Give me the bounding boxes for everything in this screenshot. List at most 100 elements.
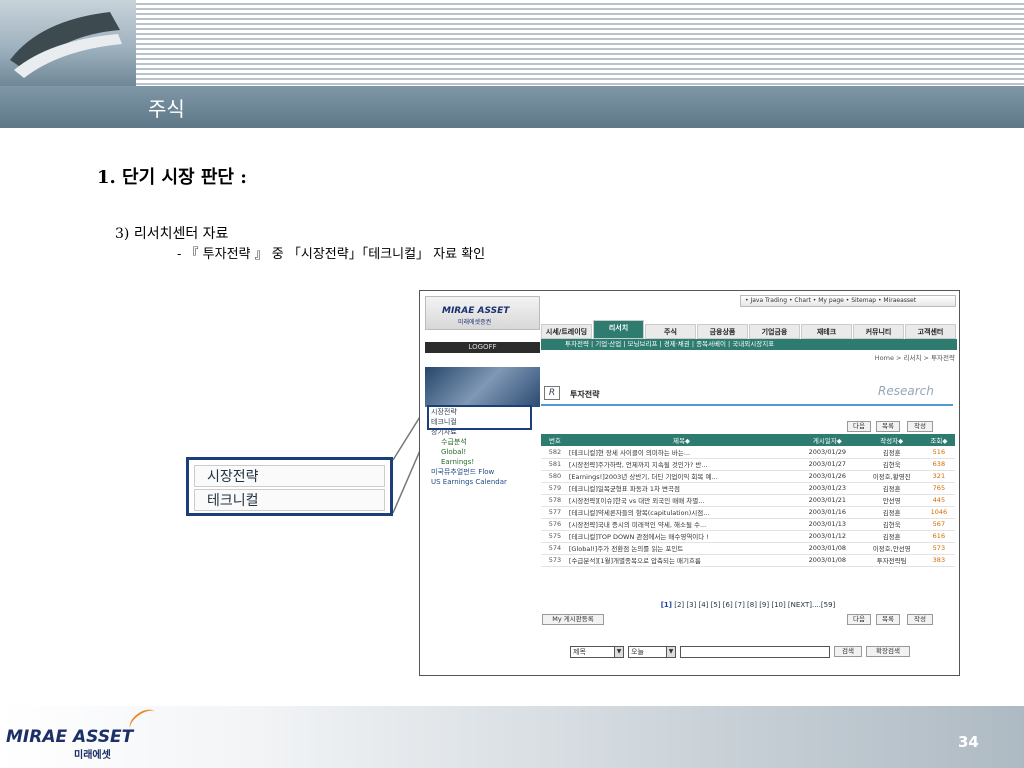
table-row[interactable]: 576 [시장전략]국내 증시의 미래적인 약세, 해소될 수... 2003/01…: [541, 518, 955, 531]
table-row[interactable]: 579 [테크니컬]일목균형표 파동과 1차 변곡점 2003/01/23 김정훈 76…: [541, 482, 955, 495]
table-header-cell[interactable]: 게시일자◆: [794, 434, 861, 446]
breadcrumb: Home > 리서치 > 투자전략: [874, 354, 955, 362]
callout-box: 시장전략 테크니컬: [186, 457, 393, 516]
nav-tab[interactable]: 고객센터: [905, 324, 956, 339]
my-board-button[interactable]: My 게시판등록: [542, 614, 604, 625]
callout-item-technical: 테크니컬: [194, 489, 385, 511]
post-number: 582: [541, 446, 569, 459]
post-views: 567: [922, 518, 955, 531]
logoff-button[interactable]: LOGOFF: [425, 342, 540, 353]
table-row[interactable]: 578 [시장전략][이슈]한국 vs 대만 외국인 매매 차별... 2003/0…: [541, 494, 955, 507]
footer-logo: MIRAE ASSET: [6, 727, 134, 747]
post-number: 576: [541, 518, 569, 531]
search-field-value: 제목: [573, 648, 586, 656]
post-number: 579: [541, 482, 569, 495]
post-title[interactable]: [테크니컬]현 장세 사이클이 의미하는 바는...: [568, 446, 795, 459]
table-header-cell[interactable]: 번호: [541, 434, 569, 446]
sub-nav[interactable]: 투자전략 | 기업·산업 | 모닝브리프 | 경제·채권 | 종목서베이 | 국…: [541, 339, 957, 350]
nav-tab[interactable]: 시세/트레이딩: [541, 324, 592, 339]
search-row: 제목 ▼ 오늘 ▼ 검색 확장검색: [570, 646, 959, 658]
post-views: 516: [922, 446, 955, 459]
search-input[interactable]: [680, 646, 830, 658]
post-number: 580: [541, 470, 569, 483]
pagination[interactable]: [1] [2] [3] [4] [5] [6] [7] [8] [9] [10]…: [541, 601, 955, 609]
side-menu-item[interactable]: 수급분석: [425, 437, 540, 447]
post-views: 445: [922, 494, 955, 507]
search-period-select[interactable]: 오늘 ▼: [628, 646, 676, 658]
post-title[interactable]: [시장전략]주가하락, 언제까지 지속될 것인가? 반...: [568, 458, 795, 471]
next-button-bottom[interactable]: 다음: [847, 614, 871, 625]
footer-logo-sub: 미래에셋: [74, 750, 111, 761]
post-author: 김정훈: [860, 446, 923, 459]
post-title[interactable]: [시장전략][이슈]한국 vs 대만 외국인 매매 차별...: [568, 494, 795, 507]
post-number: 575: [541, 530, 569, 543]
post-author: 김현욱: [860, 458, 923, 471]
table-row[interactable]: 573 [수급분석][1월]개별종목으로 압축되는 매기흐름 2003/01/08 투…: [541, 554, 955, 567]
side-menu-item[interactable]: US Earnings Calendar: [425, 477, 540, 487]
table-row[interactable]: 582 [테크니컬]현 장세 사이클이 의미하는 바는... 2003/01/29 김…: [541, 446, 955, 459]
post-number: 573: [541, 554, 569, 567]
post-author: 김정훈: [860, 506, 923, 519]
post-views: 1046: [922, 506, 955, 519]
post-title[interactable]: [테크니컬]약세론자들의 항복(capitulation)시점...: [568, 506, 795, 519]
post-author: 투자전략팀: [860, 554, 923, 567]
table-row[interactable]: 574 [Global!]주가 전환점 논의를 읽는 포인트 2003/01/08 이…: [541, 542, 955, 555]
side-menu-item[interactable]: 미국뮤추얼펀드 Flow: [425, 467, 540, 477]
nav-tab[interactable]: 금융상품: [697, 324, 748, 339]
post-date: 2003/01/16: [794, 506, 861, 519]
post-title[interactable]: [시장전략]국내 증시의 미래적인 약세, 해소될 수...: [568, 518, 795, 531]
table-row[interactable]: 580 [Earnings!]2003년 상반기, 더딘 기업이익 회복 예...…: [541, 470, 955, 483]
nav-tab[interactable]: 주식: [645, 324, 696, 339]
post-views: 321: [922, 470, 955, 483]
post-date: 2003/01/29: [794, 446, 861, 459]
post-author: 김현욱: [860, 518, 923, 531]
side-menu-item[interactable]: Global!: [425, 447, 540, 457]
site-logo-sub: 미래에셋증권: [458, 319, 492, 326]
post-number: 577: [541, 506, 569, 519]
list-button-bottom[interactable]: 목록: [876, 614, 900, 625]
nav-tab[interactable]: 리서치: [593, 320, 644, 339]
post-date: 2003/01/08: [794, 554, 861, 567]
nav-tab[interactable]: 커뮤니티: [853, 324, 904, 339]
post-date: 2003/01/26: [794, 470, 861, 483]
table-row[interactable]: 577 [테크니컬]약세론자들의 항복(capitulation)시점... 200…: [541, 506, 955, 519]
post-author: 김정훈: [860, 482, 923, 495]
post-number: 581: [541, 458, 569, 471]
post-date: 2003/01/12: [794, 530, 861, 543]
post-author: 이정호,안선영: [860, 542, 923, 555]
post-title[interactable]: [테크니컬]일목균형표 파동과 1차 변곡점: [568, 482, 795, 495]
post-title[interactable]: [수급분석][1월]개별종목으로 압축되는 매기흐름: [568, 554, 795, 567]
next-button[interactable]: 다음: [847, 421, 871, 432]
top-links[interactable]: • Java Trading • Chart • My page • Sitem…: [740, 295, 956, 307]
table-header-cell[interactable]: 작성자◆: [860, 434, 923, 446]
nav-tab[interactable]: 재테크: [801, 324, 852, 339]
post-views: 638: [922, 458, 955, 471]
write-button-bottom[interactable]: 작성: [907, 614, 933, 625]
main-tabs: 시세/트레이딩 리서치 주식 금융상품 기업금융 재테크 커뮤니티 고객센터: [541, 320, 957, 339]
dropdown-arrow-icon: ▼: [666, 647, 675, 657]
post-title[interactable]: [Earnings!]2003년 상반기, 더딘 기업이익 회복 예...: [568, 470, 795, 483]
side-menu-item[interactable]: Earnings!: [425, 457, 540, 467]
post-author: 안선영: [860, 494, 923, 507]
pager-rest[interactable]: [2] [3] [4] [5] [6] [7] [8] [9] [10] [NE…: [672, 601, 835, 609]
callout-item-market-strategy: 시장전략: [194, 465, 385, 487]
write-button[interactable]: 작성: [907, 421, 933, 432]
table-row[interactable]: 575 [테크니컬]TOP DOWN 관점에서는 매수영역이다 ! 2003/01/…: [541, 530, 955, 543]
post-number: 578: [541, 494, 569, 507]
research-label: Research: [878, 384, 934, 398]
table-header-cell[interactable]: 제목◆: [568, 434, 795, 446]
search-field-select[interactable]: 제목 ▼: [570, 646, 624, 658]
post-views: 765: [922, 482, 955, 495]
post-title[interactable]: [테크니컬]TOP DOWN 관점에서는 매수영역이다 !: [568, 530, 795, 543]
table-row[interactable]: 581 [시장전략]주가하락, 언제까지 지속될 것인가? 반... 2003/01…: [541, 458, 955, 471]
list-button[interactable]: 목록: [876, 421, 900, 432]
pager-current[interactable]: [1]: [661, 601, 672, 609]
post-author: 이정호,황영진: [860, 470, 923, 483]
extended-search-button[interactable]: 확장검색: [866, 646, 910, 657]
post-views: 573: [922, 542, 955, 555]
search-button[interactable]: 검색: [834, 646, 862, 657]
page-number: 34: [958, 733, 979, 751]
table-header-cell[interactable]: 조회◆: [922, 434, 955, 446]
nav-tab[interactable]: 기업금융: [749, 324, 800, 339]
post-title[interactable]: [Global!]주가 전환점 논의를 읽는 포인트: [568, 542, 795, 555]
